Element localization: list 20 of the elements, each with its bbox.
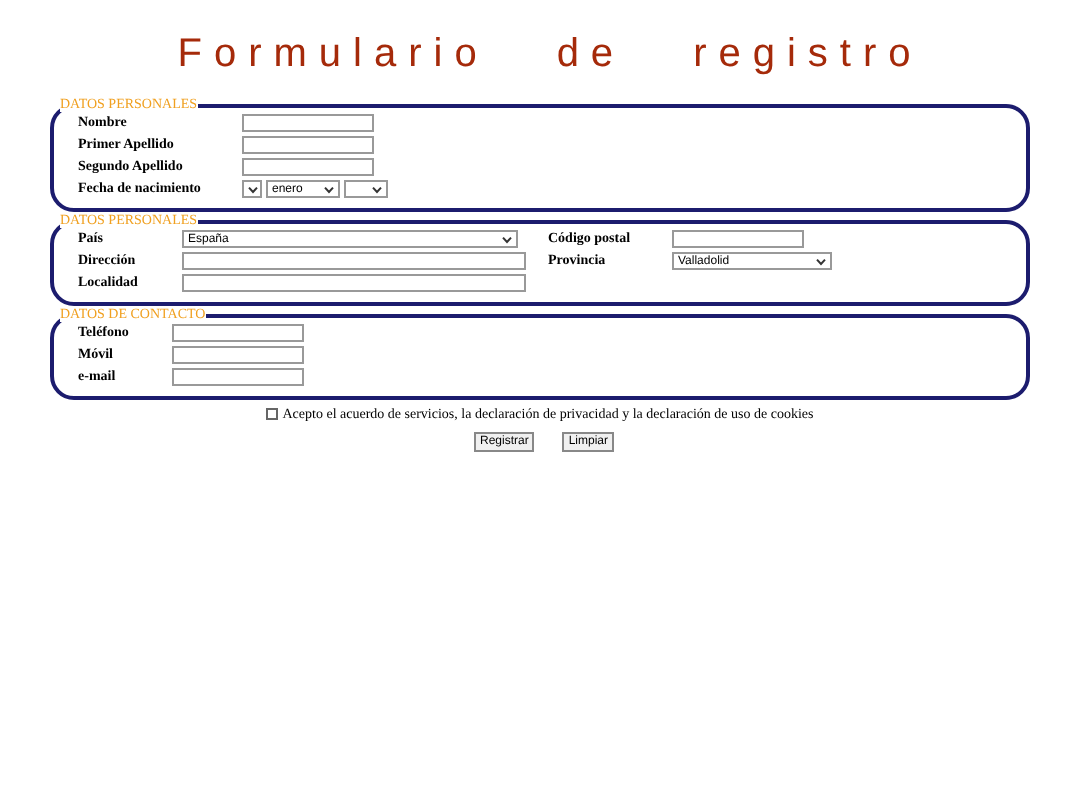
caret-icon (372, 185, 382, 193)
year-dropdown[interactable] (344, 180, 388, 198)
caret-icon (816, 257, 826, 265)
text-field[interactable] (172, 346, 304, 364)
text-field[interactable] (172, 368, 304, 386)
text-field[interactable] (242, 114, 374, 132)
checkbox[interactable] (266, 408, 279, 421)
day-dropdown[interactable] (242, 180, 262, 198)
text-field[interactable] (242, 158, 374, 176)
caret-icon (324, 185, 334, 193)
text-field[interactable] (172, 324, 304, 342)
text-field[interactable] (182, 274, 526, 292)
page-title: registro (693, 34, 923, 74)
caret-icon (502, 235, 512, 243)
text-field[interactable] (242, 136, 374, 154)
text-field[interactable] (182, 252, 526, 270)
page-title: Formulario (177, 34, 489, 74)
caret-icon (248, 185, 258, 193)
text-field[interactable] (672, 230, 804, 248)
page-title: de (556, 34, 626, 74)
